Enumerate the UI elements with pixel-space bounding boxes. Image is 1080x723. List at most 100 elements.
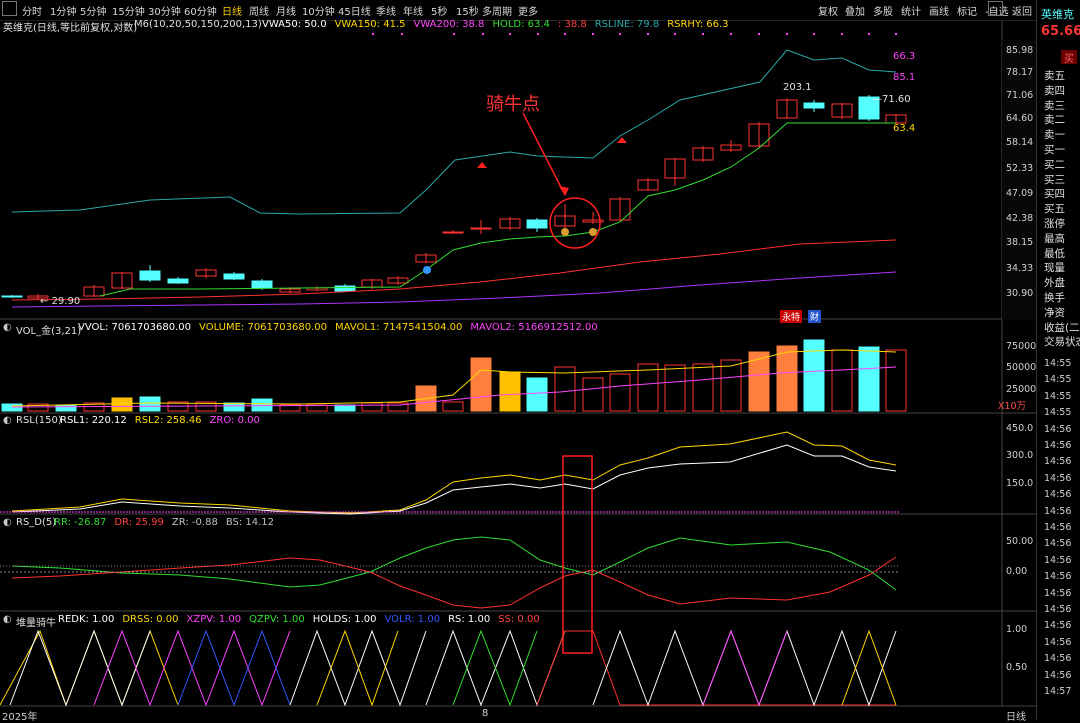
rsd-panel-icon[interactable]: ◐ [3, 517, 12, 528]
volume-bar [554, 366, 576, 412]
rsl-y-tick: 450.0 [1006, 423, 1034, 434]
main-y-tick: 85.98 [1006, 45, 1034, 56]
volume-bar [776, 345, 798, 412]
main-y-tick: 78.17 [1006, 67, 1034, 78]
rsd_panel-legend-1: DR: 25.99 [114, 517, 164, 528]
trade-time-15: 14:56 [1044, 604, 1072, 615]
trade-time-0: 14:55 [1044, 358, 1072, 369]
candle-body [139, 270, 161, 281]
volume-bar [831, 349, 853, 412]
rsd_panel-legend-0: RR: -26.87 [54, 517, 107, 528]
volume-bar [442, 401, 464, 412]
rsline [11, 49, 897, 215]
trade-time-17: 14:56 [1044, 636, 1072, 648]
candle-body [442, 231, 464, 234]
stock-name[interactable]: 英维克 [1041, 6, 1074, 22]
signal-dot [537, 33, 539, 35]
vol-y-tick: 75000 [1006, 341, 1037, 352]
rsl-title[interactable]: RSL(150) [16, 415, 62, 426]
signal-dot [895, 33, 897, 35]
volume-bar [223, 402, 245, 412]
volume-bar [1, 403, 23, 412]
quote-label-17: 收益(二) [1044, 321, 1080, 334]
quote-label-16: 净资 [1044, 306, 1065, 319]
trade-time-19: 14:56 [1044, 669, 1072, 681]
volume-bar [139, 396, 161, 412]
quote-label-0: 卖五 [1044, 70, 1065, 82]
dlqn-title[interactable]: 堆量骑牛 [16, 614, 56, 629]
quote-label-1: 卖四 [1044, 84, 1065, 97]
vol-panel-icon[interactable]: ◐ [3, 322, 12, 333]
vol_panel-legend-2: MAVOL1: 7147541504.00 [334, 322, 463, 333]
trade-time-1: 14:55 [1044, 374, 1072, 386]
dlqn-y-tick: 1.00 [1006, 624, 1028, 635]
quote-label-4: 卖一 [1044, 129, 1065, 142]
redk-line [9, 629, 151, 707]
trade-time-18: 14:56 [1044, 653, 1072, 665]
signal-dot [619, 33, 621, 35]
vol-y-tick: 50000 [1006, 362, 1037, 373]
signal-dot [453, 33, 455, 35]
signal-dot [592, 33, 594, 35]
signal-dot [813, 33, 815, 35]
quote-label-3: 卖二 [1044, 114, 1065, 127]
dlqn-panel-icon[interactable]: ◐ [3, 614, 12, 625]
main-y-tick: 34.33 [1006, 263, 1034, 274]
volume-bar [334, 404, 356, 412]
main-y-tick: 47.09 [1006, 188, 1034, 199]
volume-bar [885, 349, 907, 412]
trade-time-3: 14:55 [1044, 407, 1072, 419]
trade-time-13: 14:56 [1044, 571, 1072, 583]
main_chart-legend-3: HOLD: 63.4 [492, 19, 550, 30]
volume-bar [526, 377, 548, 412]
signal-dot [841, 33, 843, 35]
main-y-tick: 64.60 [1006, 113, 1034, 124]
signal-dot [674, 33, 676, 35]
main_chart-legend-0: VWA50: 50.0 [262, 19, 327, 30]
quote-label-2: 卖三 [1044, 99, 1065, 112]
vol-title[interactable]: VOL_金(3,21) [16, 322, 81, 337]
event-badge[interactable]: 永特 [780, 310, 803, 323]
trade-time-6: 14:56 [1044, 456, 1072, 468]
drss-line [0, 629, 179, 707]
rsl-panel-icon[interactable]: ◐ [3, 415, 12, 426]
quote-label-5: 买一 [1044, 144, 1065, 156]
finance-badge[interactable]: 财 [808, 310, 822, 323]
candle-body [526, 219, 548, 229]
vol-unit: X10万 [998, 401, 1027, 412]
trade-time-5: 14:56 [1044, 440, 1072, 451]
main_chart-legend-4: : 38.8 [557, 19, 587, 30]
volume-bar [720, 359, 742, 412]
volume-bar [251, 398, 273, 412]
rsd-title[interactable]: RS_D(5) [16, 517, 56, 528]
quote-label-10: 涨停 [1044, 218, 1065, 230]
rsl_panel-legend-0: RSL1: 220.12 [60, 415, 127, 426]
volr-line [177, 629, 291, 707]
candle-body [334, 285, 356, 292]
indicator-name[interactable]: M6(10,20,50,150,200,13) [134, 19, 262, 30]
quote-panel: 英维克 65.66 买 卖五 卖四 卖三 卖二 卖一 买一 买二 买三 买四 买五 涨停 最高 最低 现量… [1036, 0, 1080, 720]
main-y-tick: 30.90 [1006, 288, 1034, 299]
main-y-tick: 71.06 [1006, 90, 1034, 101]
trade-time-14: 14:56 [1044, 587, 1072, 599]
candle-body [1, 295, 23, 298]
rsd-y-tick: 50.00 [1006, 536, 1034, 547]
dlqn_panel-legend-6: RS: 1.00 [448, 614, 491, 625]
dlqn_panel-legend-3: QZPV: 1.00 [249, 614, 305, 625]
quote-label-18: 交易状态 [1044, 336, 1080, 349]
volume-bar [582, 377, 604, 412]
rsline-end-label: 85.1 [893, 72, 916, 83]
volume-bar [361, 402, 383, 412]
candle-body [223, 273, 245, 280]
signal-dot [786, 33, 788, 35]
period-label[interactable]: 日线 [1006, 708, 1026, 723]
rsl-y-tick: 150.0 [1006, 478, 1034, 489]
dlqn_panel-legend-1: DRSS: 0.00 [122, 614, 179, 625]
signal-dot [702, 33, 704, 35]
trade-time-10: 14:56 [1044, 522, 1072, 533]
trade-time-7: 14:56 [1044, 472, 1072, 484]
hold-line [99, 122, 896, 297]
signal-dot [372, 33, 374, 35]
buy-button[interactable]: 买 [1061, 50, 1077, 65]
quote-label-6: 买二 [1044, 158, 1065, 171]
